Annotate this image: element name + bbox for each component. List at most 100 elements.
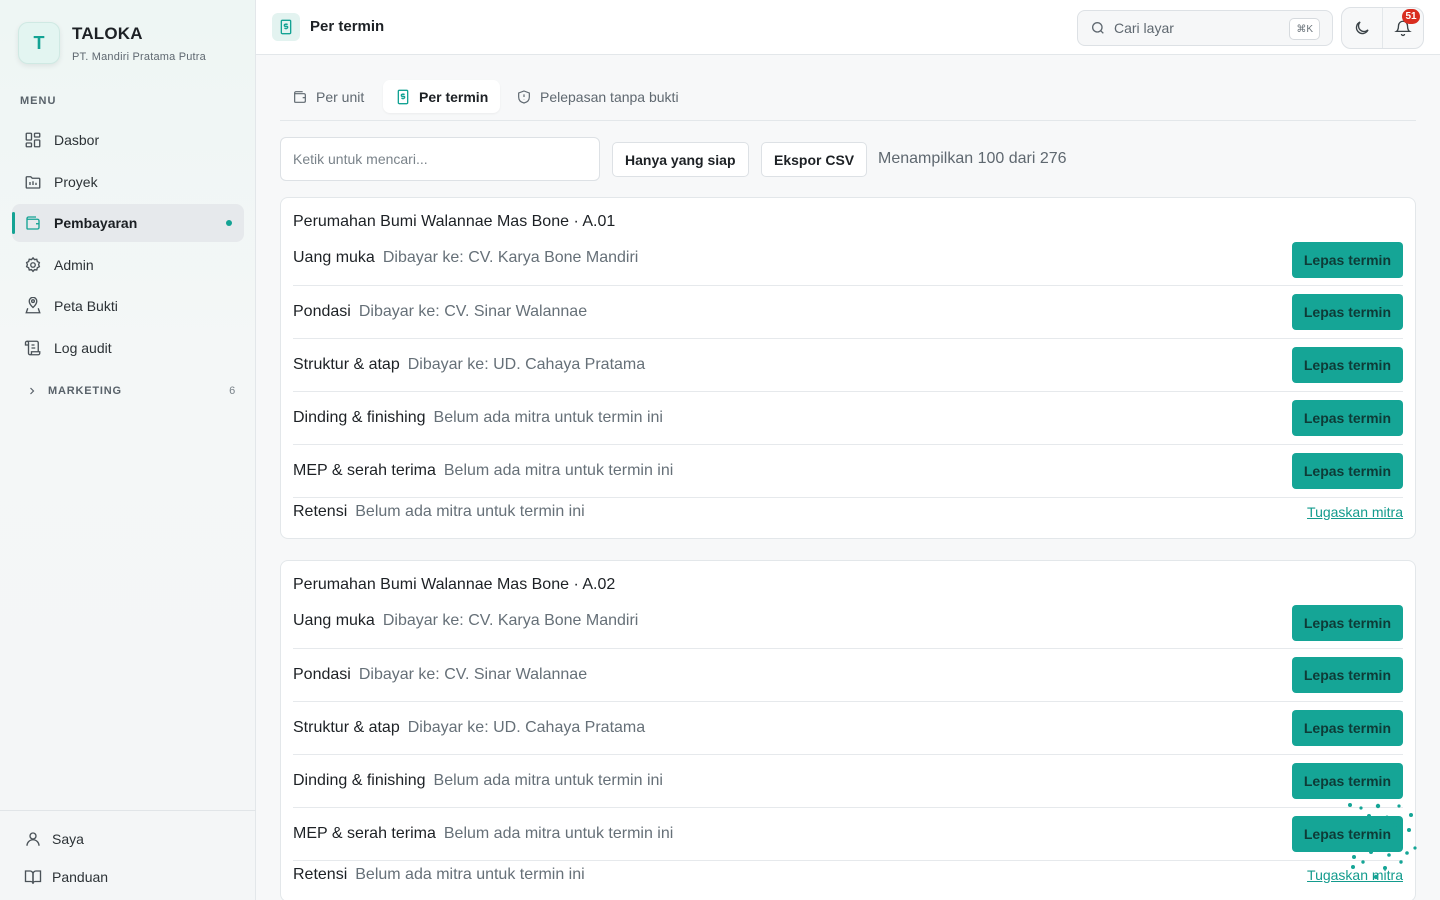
search-placeholder: Cari layar <box>1114 20 1174 36</box>
term-row: Dinding & finishing Belum ada mitra untuk… <box>293 392 1403 445</box>
brand-name: TALOKA <box>72 24 143 43</box>
sidebar-item-log-audit[interactable]: Log audit <box>12 329 244 367</box>
sidebar-item-label: Log audit <box>54 339 112 356</box>
tab-per-unit[interactable]: Per unit <box>280 80 376 113</box>
ready-only-button[interactable]: Hanya yang siap <box>612 142 749 177</box>
filter-search-input[interactable] <box>280 137 600 181</box>
term-payee: Belum ada mitra untuk termin ini <box>433 409 663 426</box>
search-icon <box>1090 20 1106 36</box>
term-row: Pondasi Dibayar ke: CV. Sinar Walannae Lep… <box>293 649 1403 702</box>
unit-card: Perumahan Bumi Walannae Mas Bone · A.02 U… <box>280 560 1416 900</box>
theme-toggle-button[interactable] <box>1342 8 1382 48</box>
tab-label: Per termin <box>419 88 489 105</box>
term-payee: Belum ada mitra untuk termin ini <box>355 503 585 520</box>
unit-title: Perumahan Bumi Walannae Mas Bone · A.02 <box>293 576 616 593</box>
tab-pelepasan-tanpa-bukti[interactable]: Pelepasan tanpa bukti <box>504 80 691 113</box>
sidebar-item-admin[interactable]: Admin <box>12 246 244 284</box>
receipt-icon <box>272 13 300 41</box>
notification-badge: 51 <box>1402 9 1420 24</box>
term-row: Uang muka Dibayar ke: CV. Karya Bone Mand… <box>293 605 1403 649</box>
release-term-button[interactable]: Lepas termin <box>1291 816 1403 852</box>
sidebar-item-label: Panduan <box>52 869 109 885</box>
export-csv-button[interactable]: Ekspor CSV <box>761 142 868 177</box>
scroll-icon <box>24 339 42 357</box>
unit-title: Perumahan Bumi Walannae Mas Bone · A.01 <box>293 213 616 230</box>
term-payee: Dibayar ke: CV. Karya Bone Mandiri <box>382 612 639 629</box>
sidebar-item-label: Proyek <box>54 173 98 190</box>
term-row: Struktur & atap Dibayar ke: UD. Cahaya Pr… <box>293 339 1403 392</box>
group-label: MARKETING <box>48 385 122 397</box>
result-count: Menampilkan 100 dari 276 <box>878 150 1067 167</box>
sidebar-item-label: Admin <box>54 256 94 273</box>
release-term-button[interactable]: Lepas termin <box>1291 242 1403 278</box>
assign-partner-link[interactable]: Tugaskan mitra <box>1307 504 1403 520</box>
term-row: Dinding & finishing Belum ada mitra untuk… <box>293 755 1403 808</box>
active-indicator-dot <box>226 220 232 226</box>
sidebar-item-pembayaran[interactable]: Pembayaran <box>12 204 244 242</box>
chevron-right-icon <box>26 385 38 397</box>
sidebar-item-proyek[interactable]: Proyek <box>12 163 244 201</box>
term-row: Retensi Belum ada mitra untuk termin ini T… <box>293 498 1403 538</box>
notifications-button[interactable]: 51 <box>1382 8 1423 48</box>
term-payee: Dibayar ke: CV. Sinar Walannae <box>358 666 588 683</box>
sidebar-item-peta-bukti[interactable]: Peta Bukti <box>12 287 244 325</box>
sidebar-item-saya[interactable]: Saya <box>0 820 256 858</box>
release-term-button[interactable]: Lepas termin <box>1291 710 1403 746</box>
term-name: Dinding & finishing <box>293 772 426 789</box>
sidebar-item-label: Dasbor <box>54 132 100 148</box>
wallet-icon <box>292 89 308 105</box>
term-name: Struktur & atap <box>293 356 400 373</box>
release-term-button[interactable]: Lepas termin <box>1291 605 1403 641</box>
user-icon <box>24 830 42 848</box>
term-payee: Dibayar ke: CV. Sinar Walannae <box>358 303 588 320</box>
group-count: 6 <box>229 385 236 397</box>
top-header: Per termin Cari layar ⌘K 51 <box>256 0 1440 55</box>
release-term-button[interactable]: Lepas termin <box>1291 763 1403 799</box>
term-row: Pondasi Dibayar ke: CV. Sinar Walannae Lep… <box>293 286 1403 339</box>
sidebar-item-dasbor[interactable]: Dasbor <box>12 121 244 159</box>
folder-icon <box>24 173 42 191</box>
tab-label: Per unit <box>316 88 365 105</box>
term-row: Uang muka Dibayar ke: CV. Karya Bone Mand… <box>293 242 1403 286</box>
sidebar-footer: Saya Panduan <box>0 810 256 896</box>
sidebar-nav: Dasbor Proyek Pembayaran Admin Peta Bukt… <box>12 121 244 370</box>
tab-bar: Per unit Per termin Pelepasan tanpa bukt… <box>280 78 1416 121</box>
header-actions: 51 <box>1341 7 1424 49</box>
sidebar-item-label: Peta Bukti <box>54 298 118 314</box>
term-name: Uang muka <box>293 612 375 629</box>
release-term-button[interactable]: Lepas termin <box>1291 657 1403 693</box>
release-term-button[interactable]: Lepas termin <box>1291 400 1403 436</box>
brand[interactable]: T TALOKA PT. Mandiri Pratama Putra <box>18 22 206 64</box>
release-term-button[interactable]: Lepas termin <box>1291 347 1403 383</box>
gear-icon <box>24 256 42 274</box>
dashboard-icon <box>24 131 42 149</box>
term-payee: Dibayar ke: UD. Cahaya Pratama <box>407 356 646 373</box>
term-name: MEP & serah terima <box>293 462 436 479</box>
unit-card: Perumahan Bumi Walannae Mas Bone · A.01 U… <box>280 197 1416 539</box>
brand-logo: T <box>18 22 60 64</box>
sidebar-item-label: Pembayaran <box>54 215 138 231</box>
page-title: Per termin <box>310 18 385 35</box>
term-payee: Belum ada mitra untuk termin ini <box>443 462 674 479</box>
sidebar-item-panduan[interactable]: Panduan <box>0 858 256 896</box>
moon-icon <box>1353 19 1371 37</box>
sidebar-item-label: Saya <box>52 831 84 847</box>
sidebar: T TALOKA PT. Mandiri Pratama Putra MENU … <box>0 0 256 900</box>
term-payee: Belum ada mitra untuk termin ini <box>355 866 585 883</box>
term-name: MEP & serah terima <box>293 825 436 842</box>
term-name: Dinding & finishing <box>293 409 426 426</box>
book-icon <box>24 868 42 886</box>
release-term-button[interactable]: Lepas termin <box>1291 453 1403 489</box>
screen-search[interactable]: Cari layar ⌘K <box>1077 10 1333 46</box>
sidebar-group-marketing[interactable]: MARKETING 6 <box>26 385 236 397</box>
term-payee: Dibayar ke: UD. Cahaya Pratama <box>407 719 646 736</box>
shortcut-hint: ⌘K <box>1289 18 1320 40</box>
wallet-icon <box>24 214 42 232</box>
receipt-icon <box>395 89 411 105</box>
toolbar: Hanya yang siap Ekspor CSV Menampilkan 1… <box>280 137 1416 181</box>
release-term-button[interactable]: Lepas termin <box>1291 294 1403 330</box>
assign-partner-link[interactable]: Tugaskan mitra <box>1307 867 1403 883</box>
term-row: Struktur & atap Dibayar ke: UD. Cahaya Pr… <box>293 702 1403 755</box>
tab-per-termin[interactable]: Per termin <box>383 80 501 113</box>
term-payee: Dibayar ke: CV. Karya Bone Mandiri <box>382 249 639 266</box>
